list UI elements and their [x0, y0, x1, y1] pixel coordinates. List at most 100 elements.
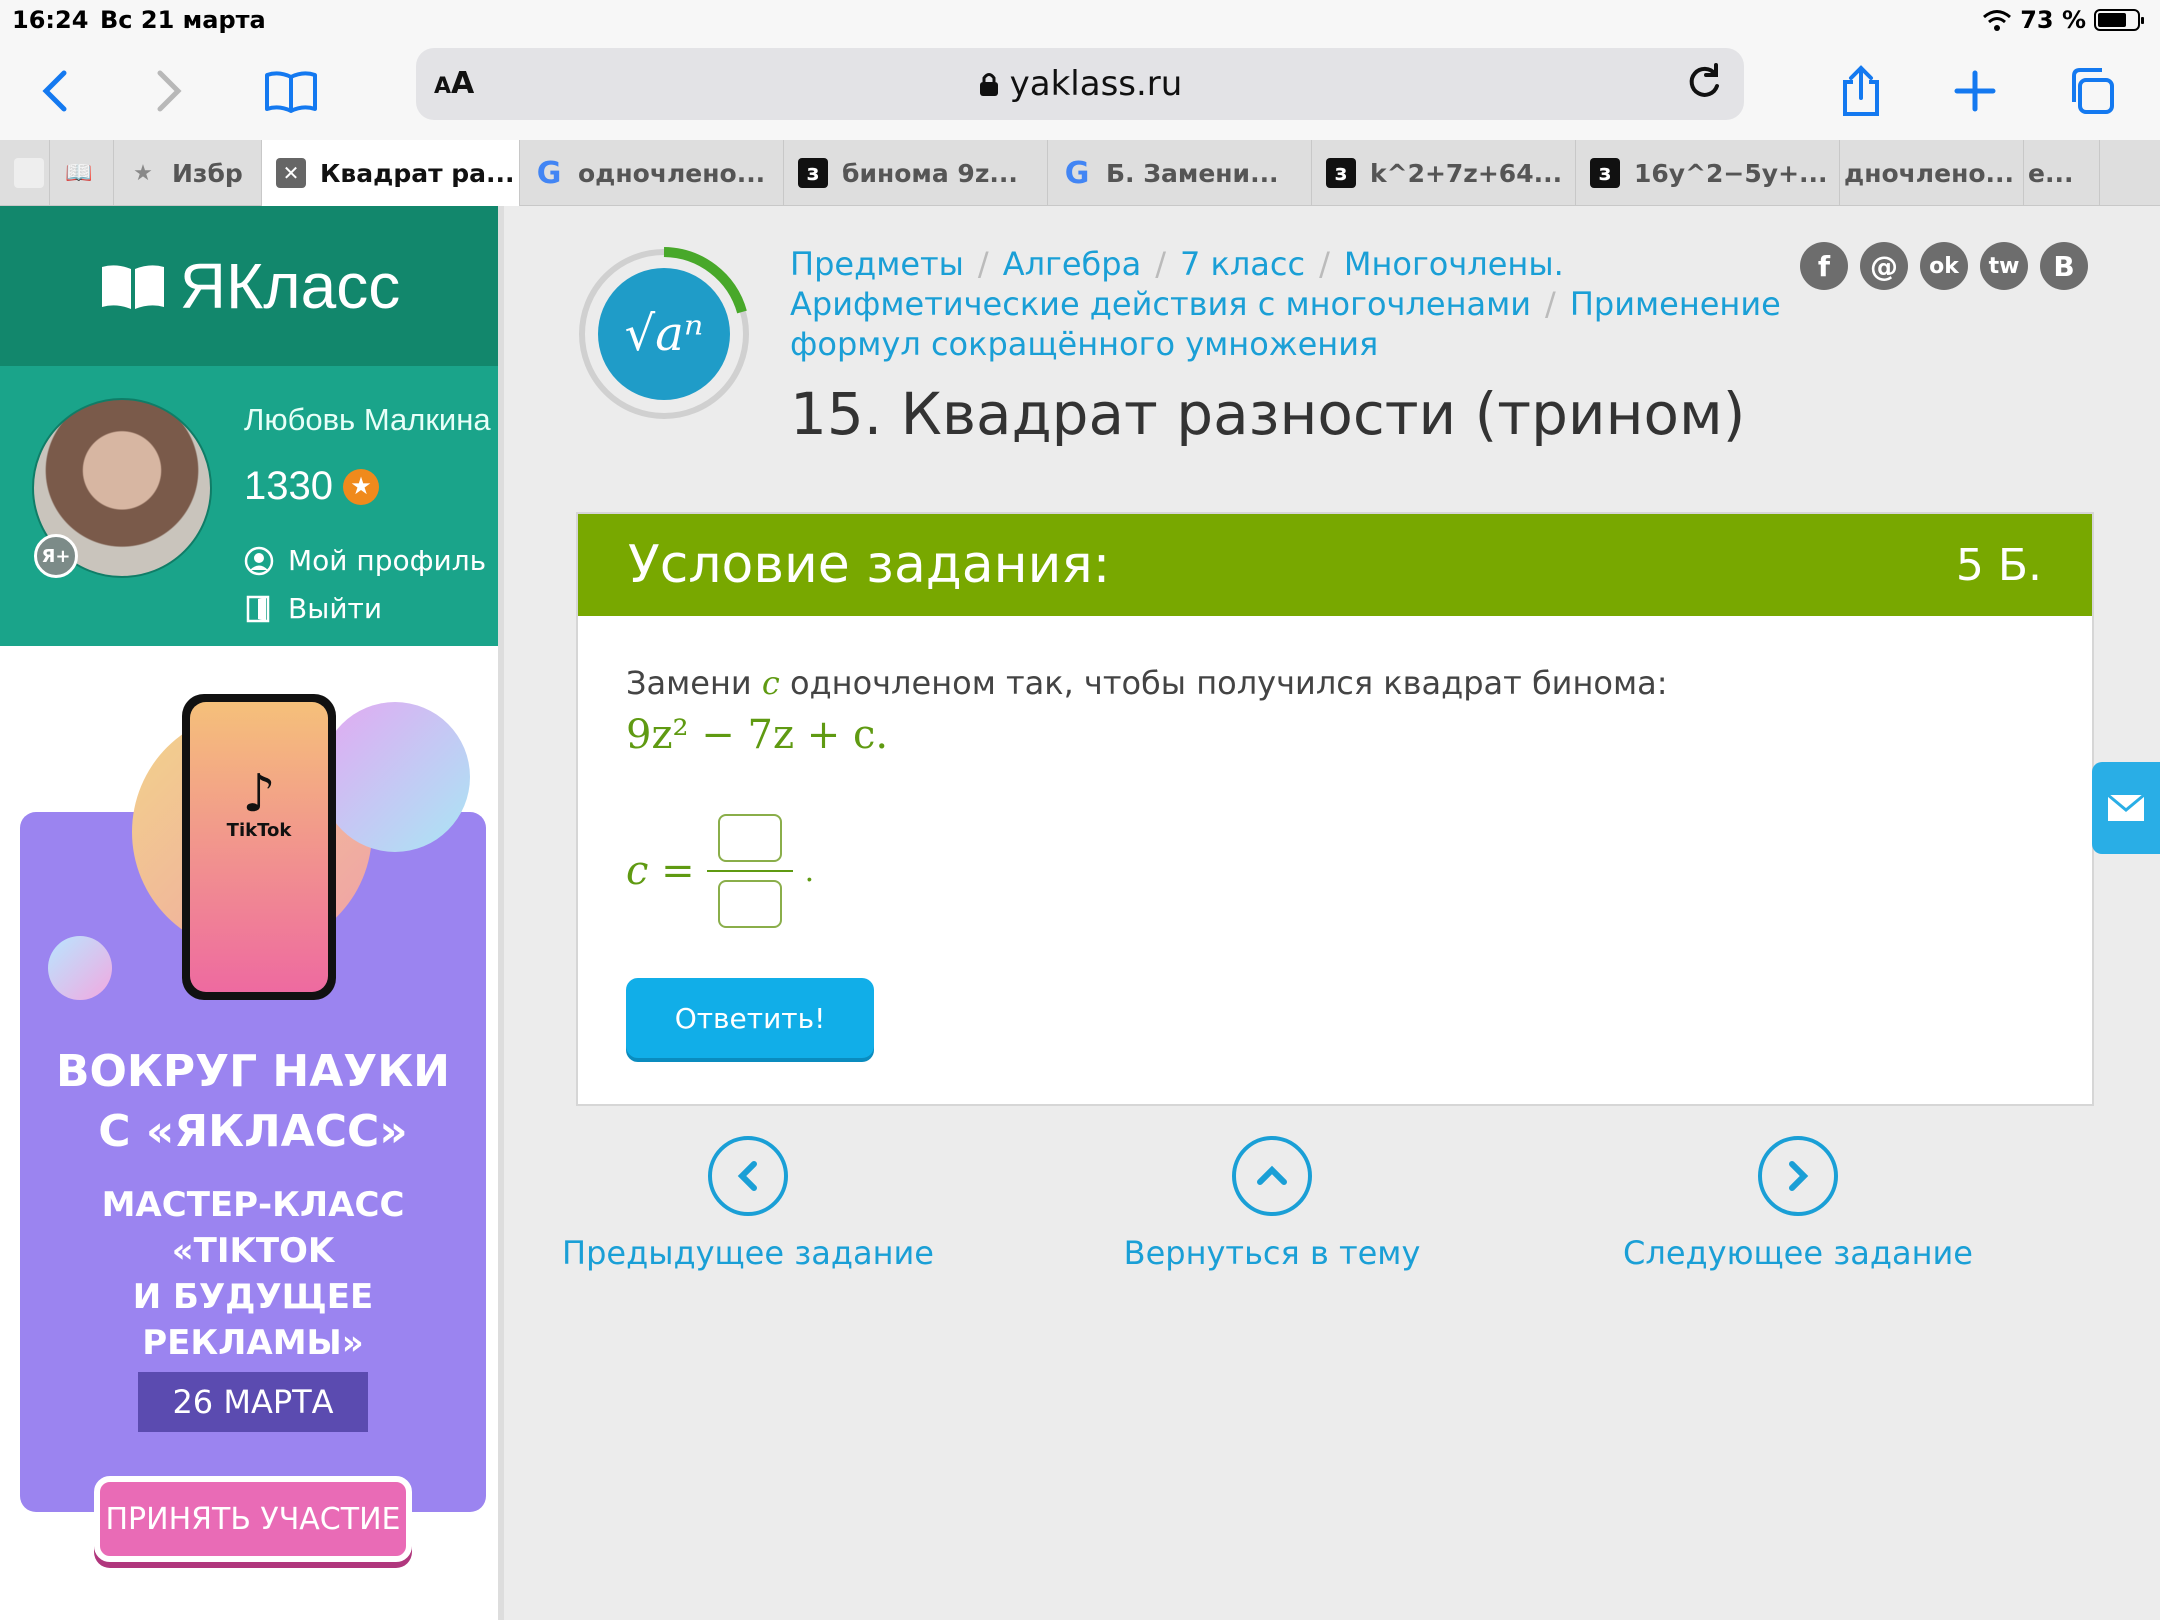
- lock-icon: [979, 73, 998, 96]
- tab-partial-1[interactable]: дночлено...: [1840, 140, 2024, 206]
- odnoklassniki-icon[interactable]: ok: [1920, 242, 1968, 290]
- next-task-label: Следующее задание: [1623, 1234, 1973, 1272]
- tab-favorites[interactable]: ★ Избр: [114, 140, 262, 206]
- profile-link[interactable]: Мой профиль: [244, 544, 486, 577]
- task-variable: c: [761, 664, 780, 702]
- share-button[interactable]: [1826, 56, 1896, 126]
- ad-subtitle-3: И БУДУЩЕЕ РЕКЛАМЫ»: [132, 1277, 374, 1363]
- tab-blank[interactable]: [0, 140, 50, 206]
- tab-label: Избр: [172, 158, 243, 188]
- breadcrumb-sep: /: [1545, 285, 1556, 323]
- tabs-icon: [2072, 68, 2114, 114]
- feedback-button[interactable]: [2092, 762, 2160, 854]
- chevron-left-icon: [708, 1136, 788, 1216]
- prev-task-link[interactable]: Предыдущее задание: [548, 1136, 948, 1272]
- chevron-right-icon: [1758, 1136, 1838, 1216]
- status-bar: 16:24 Вс 21 марта 73 %: [0, 0, 2160, 40]
- breadcrumb-sep: /: [1155, 245, 1166, 283]
- breadcrumb-item[interactable]: Предметы: [790, 245, 964, 283]
- ad-headline-1: ВОКРУГ НАУКИ: [55, 1046, 451, 1097]
- logout-icon: [246, 595, 270, 622]
- user-circle-icon: [244, 546, 274, 575]
- page-title: 15. Квадрат разности (трином): [790, 380, 1746, 448]
- book-icon: [265, 71, 317, 113]
- ad-subtitle-1: МАСТЕР-КЛАСС: [101, 1185, 405, 1225]
- tab-label: одночлено...: [578, 158, 766, 188]
- ad-banner[interactable]: ♪ TikTok ВОКРУГ НАУКИ С «ЯКЛАСС» МАСТЕР-…: [20, 694, 486, 1562]
- logout-label: Выйти: [288, 592, 383, 625]
- task-header: Условие задания: 5 Б.: [578, 514, 2092, 616]
- chevron-up-icon: [1232, 1136, 1312, 1216]
- logout-link[interactable]: Выйти: [244, 592, 382, 625]
- task-header-title: Условие задания:: [628, 535, 1111, 595]
- task-text-before: Замени: [626, 664, 762, 702]
- ad-headline: ВОКРУГ НАУКИ С «ЯКЛАСС»: [20, 1042, 486, 1162]
- tab-label: бинома 9z...: [842, 158, 1018, 188]
- numerator-input[interactable]: [717, 814, 782, 862]
- main-content: √aⁿ Предметы / Алгебра/7 класс / Многочлены.…: [504, 206, 2160, 1620]
- tab-label: 16y^2−5y+...: [1634, 158, 1828, 188]
- ad-subtitle: МАСТЕР-КЛАСС «TIKTOK И БУДУЩЕЕ РЕКЛАМЫ»: [20, 1182, 486, 1366]
- next-task-link[interactable]: Следующее задание: [1598, 1136, 1998, 1272]
- user-box: Я+ Любовь Малкина 1330 ★ Мой профиль Вый…: [0, 366, 498, 646]
- tab-label: k^2+7z+64...: [1370, 158, 1563, 188]
- tab-book[interactable]: 📖: [50, 140, 114, 206]
- premium-badge[interactable]: Я+: [34, 534, 78, 578]
- mail-at-icon[interactable]: @: [1860, 242, 1908, 290]
- reload-button[interactable]: [1682, 60, 1726, 108]
- tab-active[interactable]: ✕ Квадрат ра...: [262, 140, 520, 206]
- task-statement: Замени c одночленом так, чтобы получился…: [626, 664, 1668, 702]
- star-icon: ★: [342, 468, 379, 505]
- vk-icon[interactable]: В: [2040, 242, 2088, 290]
- breadcrumb-item[interactable]: 7 класс: [1180, 245, 1305, 283]
- z-icon: з: [1326, 158, 1356, 188]
- tab-znanija-3[interactable]: з 16y^2−5y+...: [1576, 140, 1840, 206]
- ad-app-name: TikTok: [226, 820, 292, 841]
- star-icon: ★: [133, 160, 153, 186]
- fraction-bar: [706, 870, 793, 872]
- tab-google-2[interactable]: G Б. Замени...: [1048, 140, 1312, 206]
- reload-icon: [1689, 63, 1719, 97]
- back-to-topic-label: Вернуться в тему: [1123, 1234, 1421, 1272]
- prev-task-label: Предыдущее задание: [562, 1234, 934, 1272]
- bookmarks-button[interactable]: [256, 56, 326, 126]
- twitter-icon[interactable]: tw: [1980, 242, 2028, 290]
- forward-button[interactable]: [134, 56, 204, 126]
- new-tab-button[interactable]: [1940, 56, 2010, 126]
- site-logo[interactable]: ЯКласс: [0, 206, 498, 366]
- answer-label: c =: [626, 848, 695, 894]
- tabs-overview-button[interactable]: [2056, 56, 2126, 126]
- status-right: 73 %: [1982, 6, 2144, 34]
- tiktok-icon: ♪: [242, 764, 276, 824]
- ad-decor-blob: [48, 936, 112, 1000]
- tab-label: дночлено...: [1844, 158, 2015, 188]
- task-text-after: одночленом так, чтобы получился квадрат …: [779, 664, 1668, 702]
- share-icon: [1843, 65, 1879, 116]
- submit-button[interactable]: Ответить!: [626, 978, 874, 1058]
- profile-label: Мой профиль: [288, 544, 487, 577]
- back-to-topic-link[interactable]: Вернуться в тему: [1072, 1136, 1472, 1272]
- denominator-input[interactable]: [717, 880, 782, 928]
- logo-text: ЯКласс: [179, 250, 401, 322]
- tab-znanija-1[interactable]: з бинома 9z...: [784, 140, 1048, 206]
- back-button[interactable]: [20, 56, 90, 126]
- blank-icon: [14, 158, 44, 188]
- ad-join-button[interactable]: ПРИНЯТЬ УЧАСТИЕ: [94, 1476, 412, 1562]
- tab-znanija-2[interactable]: з k^2+7z+64...: [1312, 140, 1576, 206]
- tab-strip: 📖 ★ Избр ✕ Квадрат ра... Gодночлено... з би…: [0, 140, 2160, 206]
- tab-partial-2[interactable]: е...: [2024, 140, 2100, 206]
- wifi-icon: [1983, 10, 2012, 31]
- facebook-icon[interactable]: f: [1800, 242, 1848, 290]
- url-display[interactable]: yaklass.ru: [416, 64, 1744, 104]
- tab-google-1[interactable]: Gодночлено...: [520, 140, 784, 206]
- book-icon: 📖: [65, 160, 93, 186]
- close-icon[interactable]: ✕: [276, 158, 306, 188]
- fraction-input: [706, 814, 793, 928]
- plus-icon: [1954, 70, 1996, 112]
- breadcrumb-item[interactable]: Алгебра: [1003, 245, 1142, 283]
- sidebar: ЯКласс Я+ Любовь Малкина 1330 ★ Мой проф…: [0, 206, 504, 1620]
- status-date: Вс 21 марта: [100, 6, 266, 34]
- chevron-right-icon: [157, 70, 182, 112]
- breadcrumb-sep: /: [1319, 245, 1330, 283]
- address-bar[interactable]: AA yaklass.ru: [416, 48, 1744, 120]
